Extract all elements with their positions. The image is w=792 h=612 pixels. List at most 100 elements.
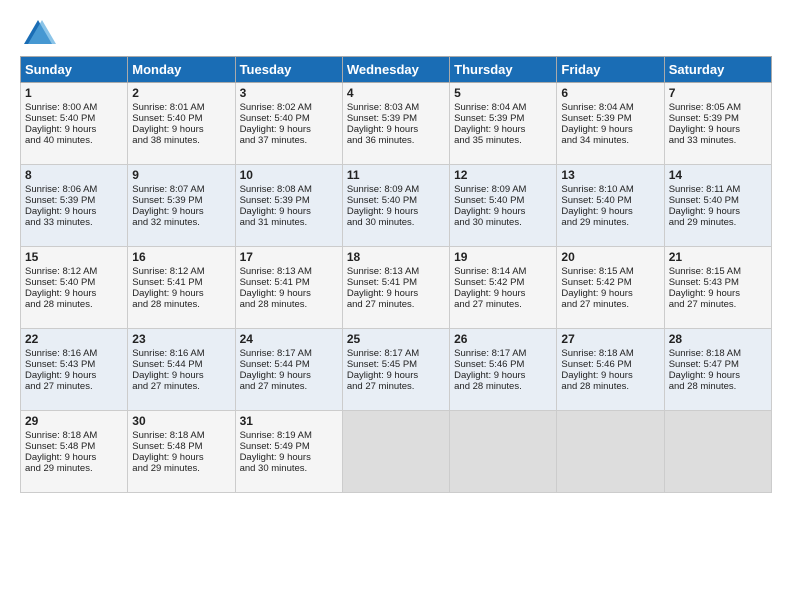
cell-line: Sunrise: 8:02 AM	[240, 102, 338, 113]
calendar-cell: 7Sunrise: 8:05 AMSunset: 5:39 PMDaylight…	[664, 83, 771, 165]
calendar-cell: 11Sunrise: 8:09 AMSunset: 5:40 PMDayligh…	[342, 165, 449, 247]
day-number: 23	[132, 332, 230, 346]
day-number: 13	[561, 168, 659, 182]
calendar-cell: 4Sunrise: 8:03 AMSunset: 5:39 PMDaylight…	[342, 83, 449, 165]
cell-line: Daylight: 9 hours	[347, 370, 445, 381]
cell-line: Daylight: 9 hours	[132, 206, 230, 217]
cell-line: and 33 minutes.	[669, 135, 767, 146]
calendar-cell: 9Sunrise: 8:07 AMSunset: 5:39 PMDaylight…	[128, 165, 235, 247]
weekday-header: Tuesday	[235, 57, 342, 83]
cell-line: Sunset: 5:42 PM	[454, 277, 552, 288]
cell-line: and 27 minutes.	[347, 381, 445, 392]
calendar-cell: 15Sunrise: 8:12 AMSunset: 5:40 PMDayligh…	[21, 247, 128, 329]
cell-line: Sunrise: 8:04 AM	[454, 102, 552, 113]
cell-line: Sunset: 5:40 PM	[25, 113, 123, 124]
day-number: 25	[347, 332, 445, 346]
logo	[20, 16, 60, 52]
calendar-cell: 12Sunrise: 8:09 AMSunset: 5:40 PMDayligh…	[450, 165, 557, 247]
calendar-cell: 17Sunrise: 8:13 AMSunset: 5:41 PMDayligh…	[235, 247, 342, 329]
calendar-cell	[664, 411, 771, 493]
day-number: 7	[669, 86, 767, 100]
cell-line: Daylight: 9 hours	[25, 206, 123, 217]
cell-line: Sunrise: 8:18 AM	[132, 430, 230, 441]
calendar-cell: 16Sunrise: 8:12 AMSunset: 5:41 PMDayligh…	[128, 247, 235, 329]
cell-line: Sunset: 5:40 PM	[669, 195, 767, 206]
calendar-body: 1Sunrise: 8:00 AMSunset: 5:40 PMDaylight…	[21, 83, 772, 493]
cell-line: Daylight: 9 hours	[669, 206, 767, 217]
cell-line: and 30 minutes.	[240, 463, 338, 474]
cell-line: Sunrise: 8:15 AM	[669, 266, 767, 277]
cell-line: and 35 minutes.	[454, 135, 552, 146]
header	[20, 16, 772, 52]
day-number: 27	[561, 332, 659, 346]
cell-line: Sunrise: 8:17 AM	[240, 348, 338, 359]
cell-line: and 31 minutes.	[240, 217, 338, 228]
cell-line: Sunrise: 8:18 AM	[25, 430, 123, 441]
cell-line: Sunset: 5:39 PM	[561, 113, 659, 124]
day-number: 2	[132, 86, 230, 100]
cell-line: Sunrise: 8:09 AM	[347, 184, 445, 195]
cell-line: Daylight: 9 hours	[240, 452, 338, 463]
cell-line: and 28 minutes.	[240, 299, 338, 310]
cell-line: Daylight: 9 hours	[240, 288, 338, 299]
cell-line: Sunrise: 8:13 AM	[347, 266, 445, 277]
cell-line: Daylight: 9 hours	[132, 288, 230, 299]
cell-line: Daylight: 9 hours	[454, 370, 552, 381]
cell-line: and 28 minutes.	[669, 381, 767, 392]
calendar-cell: 5Sunrise: 8:04 AMSunset: 5:39 PMDaylight…	[450, 83, 557, 165]
cell-line: and 29 minutes.	[669, 217, 767, 228]
day-number: 12	[454, 168, 552, 182]
cell-line: Sunrise: 8:09 AM	[454, 184, 552, 195]
cell-line: and 33 minutes.	[25, 217, 123, 228]
cell-line: Sunset: 5:42 PM	[561, 277, 659, 288]
day-number: 4	[347, 86, 445, 100]
cell-line: Sunrise: 8:15 AM	[561, 266, 659, 277]
day-number: 11	[347, 168, 445, 182]
cell-line: Sunset: 5:41 PM	[347, 277, 445, 288]
cell-line: Daylight: 9 hours	[132, 452, 230, 463]
cell-line: Sunset: 5:48 PM	[132, 441, 230, 452]
cell-line: Sunrise: 8:05 AM	[669, 102, 767, 113]
calendar-cell: 26Sunrise: 8:17 AMSunset: 5:46 PMDayligh…	[450, 329, 557, 411]
cell-line: Sunset: 5:40 PM	[561, 195, 659, 206]
cell-line: Sunset: 5:40 PM	[132, 113, 230, 124]
calendar-cell	[450, 411, 557, 493]
cell-line: Sunrise: 8:18 AM	[669, 348, 767, 359]
calendar-cell: 27Sunrise: 8:18 AMSunset: 5:46 PMDayligh…	[557, 329, 664, 411]
cell-line: Sunrise: 8:04 AM	[561, 102, 659, 113]
cell-line: Daylight: 9 hours	[347, 124, 445, 135]
calendar-cell: 31Sunrise: 8:19 AMSunset: 5:49 PMDayligh…	[235, 411, 342, 493]
calendar-week-row: 29Sunrise: 8:18 AMSunset: 5:48 PMDayligh…	[21, 411, 772, 493]
cell-line: Sunset: 5:44 PM	[132, 359, 230, 370]
cell-line: Sunrise: 8:17 AM	[454, 348, 552, 359]
cell-line: Daylight: 9 hours	[240, 206, 338, 217]
logo-icon	[20, 16, 56, 52]
cell-line: and 27 minutes.	[669, 299, 767, 310]
cell-line: Daylight: 9 hours	[561, 288, 659, 299]
cell-line: and 29 minutes.	[25, 463, 123, 474]
cell-line: Daylight: 9 hours	[561, 124, 659, 135]
calendar-cell: 23Sunrise: 8:16 AMSunset: 5:44 PMDayligh…	[128, 329, 235, 411]
calendar-cell	[342, 411, 449, 493]
cell-line: and 27 minutes.	[347, 299, 445, 310]
calendar-table: SundayMondayTuesdayWednesdayThursdayFrid…	[20, 56, 772, 493]
day-number: 8	[25, 168, 123, 182]
cell-line: Sunrise: 8:11 AM	[669, 184, 767, 195]
cell-line: Daylight: 9 hours	[347, 206, 445, 217]
cell-line: Daylight: 9 hours	[669, 370, 767, 381]
cell-line: Daylight: 9 hours	[454, 124, 552, 135]
calendar-cell: 25Sunrise: 8:17 AMSunset: 5:45 PMDayligh…	[342, 329, 449, 411]
cell-line: Sunset: 5:43 PM	[25, 359, 123, 370]
calendar-week-row: 15Sunrise: 8:12 AMSunset: 5:40 PMDayligh…	[21, 247, 772, 329]
calendar-cell: 6Sunrise: 8:04 AMSunset: 5:39 PMDaylight…	[557, 83, 664, 165]
day-number: 10	[240, 168, 338, 182]
cell-line: Daylight: 9 hours	[669, 124, 767, 135]
day-number: 18	[347, 250, 445, 264]
cell-line: Sunset: 5:40 PM	[454, 195, 552, 206]
cell-line: Sunset: 5:45 PM	[347, 359, 445, 370]
cell-line: and 27 minutes.	[132, 381, 230, 392]
day-number: 9	[132, 168, 230, 182]
day-number: 1	[25, 86, 123, 100]
cell-line: Daylight: 9 hours	[25, 288, 123, 299]
calendar-cell: 13Sunrise: 8:10 AMSunset: 5:40 PMDayligh…	[557, 165, 664, 247]
